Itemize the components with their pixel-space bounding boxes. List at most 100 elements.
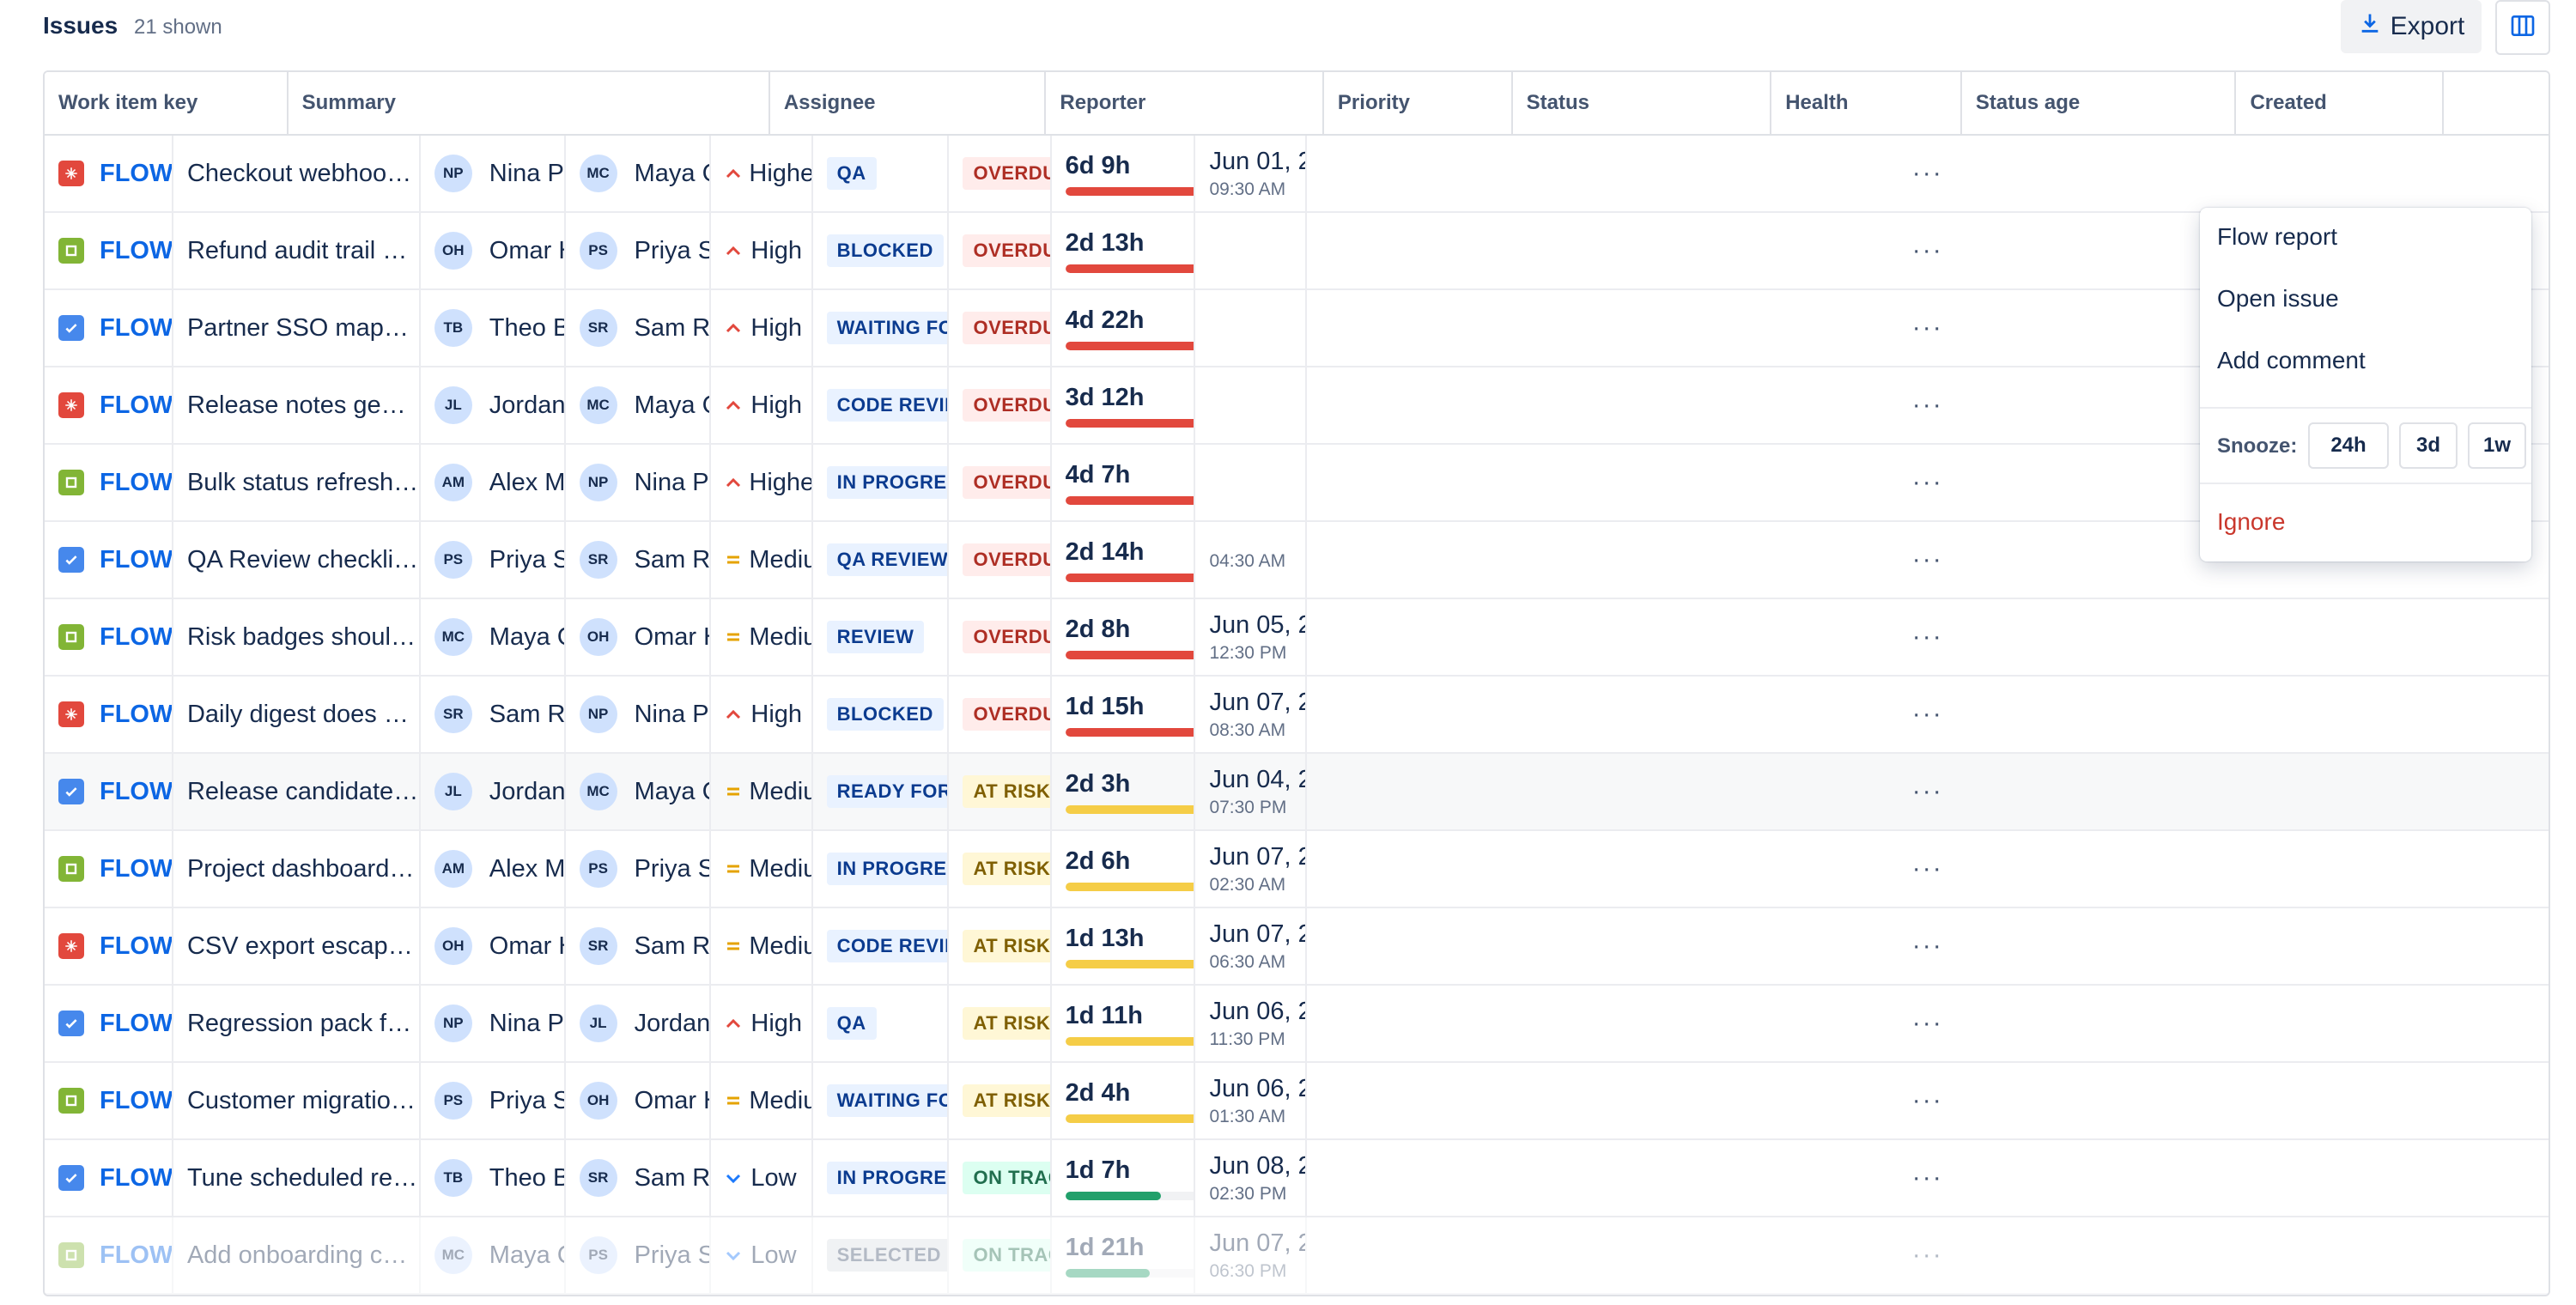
table-row[interactable]: FLOW-412 QA Review checklist needs cleare… [45, 522, 2549, 599]
snooze-3d-button[interactable]: 3d [2399, 422, 2458, 469]
menu-item-open-issue[interactable]: Open issue [2217, 285, 2339, 313]
issue-key-link[interactable]: FLOW-415 [100, 314, 172, 343]
table-row[interactable]: FLOW-403 Add onboarding copy for ignored … [45, 1217, 2549, 1295]
avatar: PS [434, 1082, 472, 1120]
issue-key-link[interactable]: FLOW-411 [100, 623, 172, 652]
issue-summary[interactable]: Daily digest does not collapse duplicat.… [187, 701, 419, 729]
table-row[interactable]: FLOW-417 Checkout webhook retries keep or… [45, 136, 2549, 213]
issue-summary[interactable]: Risk badges should align with team-sp... [187, 623, 419, 652]
status-lozenge[interactable]: BLOCKED [826, 698, 944, 731]
issue-key-link[interactable]: FLOW-414 [100, 392, 172, 420]
status-lozenge[interactable]: BLOCKED [826, 234, 944, 267]
issue-key-link[interactable]: FLOW-408 [100, 855, 172, 883]
issue-summary[interactable]: QA Review checklist needs clearer esc... [187, 546, 419, 574]
issue-summary[interactable]: Tune scheduled refresh budget for larg..… [187, 1164, 419, 1193]
row-actions-button[interactable]: ··· [1307, 831, 2549, 907]
table-row[interactable]: FLOW-409 Release candidate is waiting on … [45, 754, 2549, 831]
snooze-1w-button[interactable]: 1w [2468, 422, 2526, 469]
column-header[interactable]: Created [2236, 72, 2445, 134]
row-actions-button[interactable]: ··· [1307, 677, 2549, 752]
export-button[interactable]: Export [2341, 0, 2482, 53]
status-lozenge[interactable]: IN PROGRESS [826, 466, 948, 499]
column-header[interactable]: Work item key [45, 72, 289, 134]
assignee-name: Priya Shah [489, 545, 564, 574]
issue-key-link[interactable]: FLOW-403 [100, 1241, 172, 1270]
status-lozenge[interactable]: IN PROGRESS [826, 1162, 948, 1194]
status-lozenge[interactable]: IN PROGRESS [826, 853, 948, 885]
row-actions-button[interactable]: ··· [1307, 1063, 2549, 1138]
row-actions-button[interactable]: ··· [1307, 1140, 2549, 1216]
issue-key-link[interactable]: FLOW-409 [100, 778, 172, 806]
avatar: JL [434, 386, 472, 424]
more-icon: ··· [1911, 1163, 1943, 1192]
table-row[interactable]: FLOW-407 CSV export escapes commas but no… [45, 908, 2549, 986]
status-lozenge[interactable]: REVIEW [826, 621, 925, 653]
menu-item-flow-report[interactable]: Flow report [2217, 223, 2337, 251]
issue-summary[interactable]: Regression pack for status timeline ed..… [187, 1010, 419, 1038]
cell-assignee: TB Theo Becker [421, 1140, 566, 1216]
issue-key-link[interactable]: FLOW-404 [100, 1164, 172, 1193]
cell-status-age: 3d 12h [1052, 367, 1196, 443]
issue-key-link[interactable]: FLOW-406 [100, 1010, 172, 1038]
issue-summary[interactable]: Checkout webhook retries keep orders... [187, 160, 419, 188]
row-actions-button[interactable]: ··· [1307, 599, 2549, 675]
issue-summary[interactable]: Project dashboard needs column picke... [187, 855, 419, 883]
column-header[interactable]: Assignee [770, 72, 1047, 134]
column-header[interactable]: Reporter [1046, 72, 1324, 134]
status-lozenge[interactable]: CODE REVIEW [826, 389, 948, 422]
issue-summary[interactable]: Release candidate is waiting on final d.… [187, 778, 419, 806]
issue-key-link[interactable]: FLOW-413 [100, 469, 172, 497]
issue-summary[interactable]: Refund audit trail missing approval han.… [187, 237, 419, 265]
issue-summary[interactable]: Add onboarding copy for ignored statu... [187, 1241, 419, 1270]
column-header[interactable]: Summary [289, 72, 770, 134]
row-actions-button[interactable]: ··· [1307, 136, 2549, 211]
table-row[interactable]: FLOW-415 Partner SSO mapping waits for id… [45, 290, 2549, 367]
menu-item-ignore[interactable]: Ignore [2217, 508, 2285, 536]
status-lozenge[interactable]: QA [826, 157, 877, 190]
table-row[interactable]: FLOW-404 Tune scheduled refresh budget fo… [45, 1140, 2549, 1217]
issue-key-link[interactable]: FLOW-405 [100, 1087, 172, 1115]
table-row[interactable]: FLOW-405 Customer migration checklist is … [45, 1063, 2549, 1140]
table-row[interactable]: FLOW-413 Bulk status refresh needs tenant… [45, 445, 2549, 522]
issue-key-link[interactable]: FLOW-410 [100, 701, 172, 729]
status-lozenge[interactable]: CODE REVIEW [826, 930, 948, 962]
status-lozenge[interactable]: QA [826, 1007, 877, 1040]
status-age-value: 1d 11h [1065, 1001, 1143, 1029]
cell-status: QA [813, 136, 950, 211]
row-actions-button[interactable]: ··· [1307, 908, 2549, 984]
row-actions-button[interactable]: ··· [1307, 1217, 2549, 1293]
row-actions-button[interactable]: ··· [1307, 986, 2549, 1061]
status-lozenge[interactable]: READY FOR RELEASE [826, 775, 948, 808]
status-lozenge[interactable]: SELECTED FOR DEVELOPMENT [826, 1239, 948, 1272]
health-badge: AT RISK [963, 1084, 1050, 1117]
status-lozenge[interactable]: WAITING FOR CLIENT [826, 1084, 948, 1117]
issue-key-link[interactable]: FLOW-412 [100, 546, 172, 574]
reporter-name: Nina Patel [634, 700, 710, 728]
status-lozenge[interactable]: WAITING FOR CLIENT [826, 312, 948, 344]
status-lozenge[interactable]: QA REVIEW [826, 543, 948, 576]
issue-key-link[interactable]: FLOW-416 [100, 237, 172, 265]
table-row[interactable]: FLOW-408 Project dashboard needs column p… [45, 831, 2549, 908]
column-header[interactable]: Status age [1962, 72, 2237, 134]
column-header[interactable]: Health [1771, 72, 1962, 134]
column-header[interactable]: Priority [1324, 72, 1513, 134]
table-row[interactable]: FLOW-410 Daily digest does not collapse d… [45, 677, 2549, 754]
assignee-name: Maya Chen [489, 1241, 564, 1269]
issue-summary[interactable]: CSV export escapes commas but not li... [187, 932, 419, 961]
cell-key: FLOW-408 [45, 831, 173, 907]
column-picker-button[interactable] [2495, 0, 2550, 55]
row-actions-button[interactable]: ··· [1307, 754, 2549, 829]
menu-item-add-comment[interactable]: Add comment [2217, 347, 2366, 374]
issue-summary[interactable]: Partner SSO mapping waits for identity..… [187, 314, 419, 343]
table-row[interactable]: FLOW-411 Risk badges should align with te… [45, 599, 2549, 677]
snooze-24h-button[interactable]: 24h [2308, 422, 2389, 469]
issue-summary[interactable]: Release notes generator drops rollout ..… [187, 392, 419, 420]
issue-key-link[interactable]: FLOW-417 [100, 160, 172, 188]
table-row[interactable]: FLOW-416 Refund audit trail missing appro… [45, 213, 2549, 290]
issue-summary[interactable]: Customer migration checklist is waitin..… [187, 1087, 419, 1115]
table-row[interactable]: FLOW-414 Release notes generator drops ro… [45, 367, 2549, 445]
issue-summary[interactable]: Bulk status refresh needs tenant-safe ..… [187, 469, 419, 497]
column-header[interactable]: Status [1513, 72, 1772, 134]
table-row[interactable]: FLOW-406 Regression pack for status timel… [45, 986, 2549, 1063]
issue-key-link[interactable]: FLOW-407 [100, 932, 172, 961]
